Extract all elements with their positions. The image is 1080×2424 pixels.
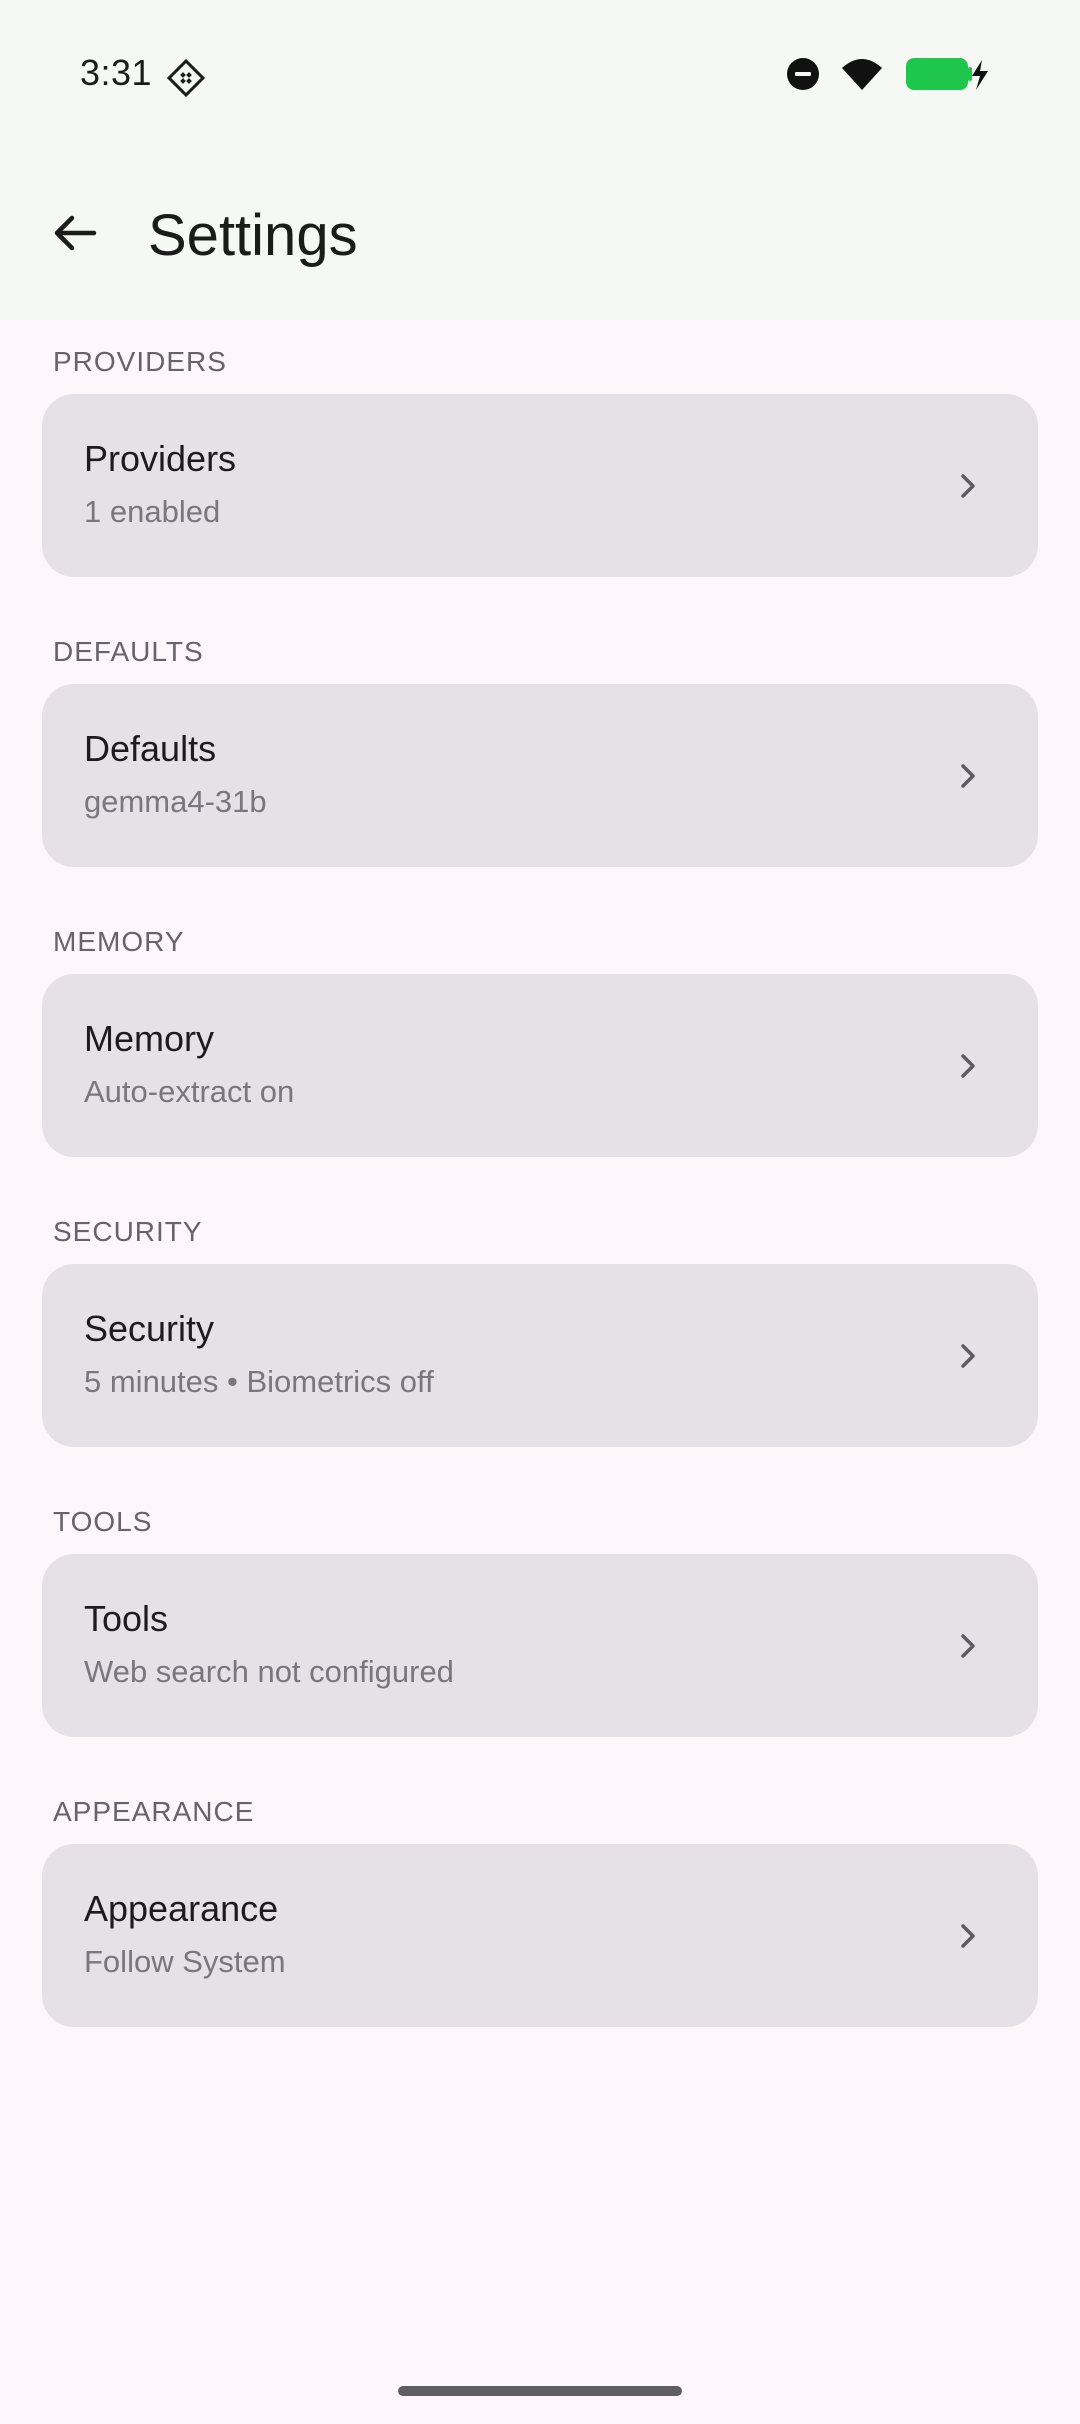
chevron-right-icon: [948, 1916, 988, 1956]
home-indicator[interactable]: [398, 2386, 682, 2396]
settings-item-appearance[interactable]: Appearance Follow System: [42, 1844, 1038, 2027]
page-title: Settings: [148, 203, 358, 268]
battery-charging-icon: [904, 56, 990, 97]
settings-item-memory[interactable]: Memory Auto-extract on: [42, 974, 1038, 1157]
settings-item-title: Defaults: [84, 728, 217, 769]
settings-item-subtitle: Web search not configured: [84, 1654, 454, 1689]
settings-item-security[interactable]: Security 5 minutes • Biometrics off: [42, 1264, 1038, 1447]
settings-item-subtitle: 1 enabled: [84, 494, 221, 529]
status-icons: [786, 56, 990, 96]
settings-item-defaults[interactable]: Defaults gemma4-31b: [42, 684, 1038, 867]
settings-item-title: Tools: [84, 1598, 169, 1639]
do-not-disturb-icon: [786, 57, 820, 96]
wifi-icon: [840, 56, 884, 97]
settings-item-subtitle: gemma4-31b: [84, 784, 267, 819]
chevron-right-icon: [948, 466, 988, 506]
settings-item-title: Memory: [84, 1018, 215, 1059]
app-bar: Settings: [0, 180, 1080, 290]
section-header-tools: TOOLS: [53, 1506, 153, 1537]
top-area: 3:31 Settings: [0, 0, 1080, 320]
back-button[interactable]: [30, 200, 120, 270]
gem-icon: [166, 58, 206, 98]
settings-item-tools[interactable]: Tools Web search not configured: [42, 1554, 1038, 1737]
section-header-providers: PROVIDERS: [53, 346, 227, 377]
settings-item-subtitle: 5 minutes • Biometrics off: [84, 1364, 434, 1399]
status-time: 3:31: [80, 52, 153, 93]
chevron-right-icon: [948, 756, 988, 796]
settings-item-title: Appearance: [84, 1888, 279, 1929]
settings-item-subtitle: Follow System: [84, 1944, 286, 1979]
chevron-right-icon: [948, 1046, 988, 1086]
section-header-security: SECURITY: [53, 1216, 203, 1247]
settings-item-subtitle: Auto-extract on: [84, 1074, 295, 1109]
chevron-right-icon: [948, 1336, 988, 1376]
section-header-appearance: APPEARANCE: [53, 1796, 255, 1827]
arrow-back-icon: [50, 208, 100, 263]
status-bar: 3:31: [0, 0, 1080, 150]
chevron-right-icon: [948, 1626, 988, 1666]
settings-item-title: Security: [84, 1308, 215, 1349]
section-header-memory: MEMORY: [53, 926, 185, 957]
section-header-defaults: DEFAULTS: [53, 636, 204, 667]
settings-item-providers[interactable]: Providers 1 enabled: [42, 394, 1038, 577]
settings-item-title: Providers: [84, 438, 237, 479]
